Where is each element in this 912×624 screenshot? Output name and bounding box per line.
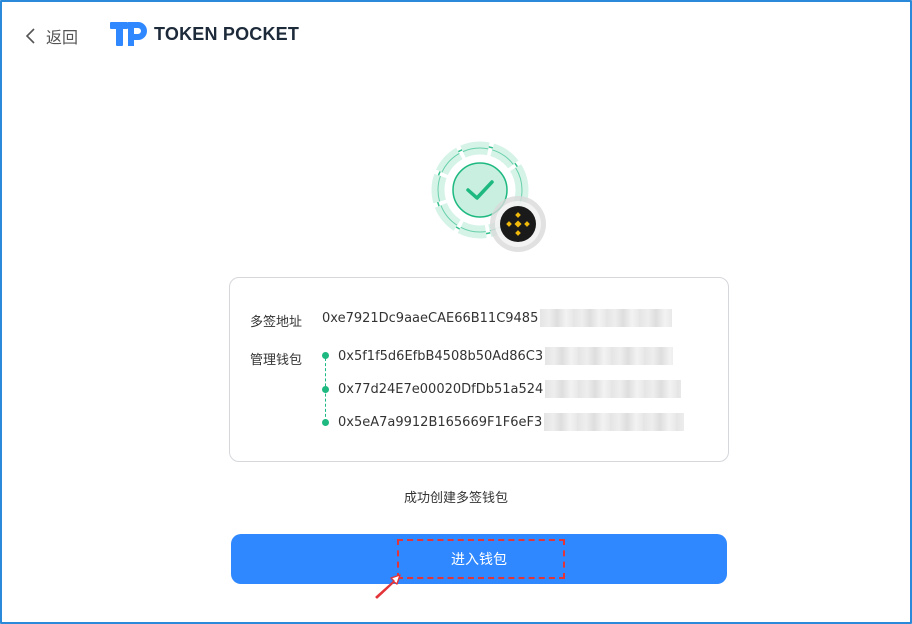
manager-address-text: 0x5eA7a9912B165669F1F6eF3 — [338, 414, 543, 430]
success-emblem — [431, 141, 546, 252]
back-button[interactable]: 返回 — [24, 24, 78, 48]
arrow-cursor-icon — [375, 574, 401, 599]
manager-address-text: 0x77d24E7e00020DfDb51a524 — [338, 381, 544, 397]
manager-bullet — [322, 386, 329, 393]
multisig-address-label: 多签地址 — [250, 315, 303, 330]
chevron-left-icon — [25, 28, 35, 44]
manager-wallets-label: 管理钱包 — [250, 353, 303, 368]
multisig-info-card: 多签地址 0xe7921Dc9aaeCAE66B11C9485 管理钱包 0x5… — [229, 277, 729, 462]
manager-address: 0x5eA7a9912B165669F1F6eF3 — [338, 413, 685, 431]
brand-logo: TOKEN POCKET — [110, 20, 299, 48]
redacted-blur — [544, 413, 685, 431]
multisig-address-text: 0xe7921Dc9aaeCAE66B11C9485 — [322, 310, 539, 326]
manager-address: 0x77d24E7e00020DfDb51a524 — [338, 380, 682, 398]
redacted-blur — [540, 309, 673, 327]
manager-bullet — [322, 352, 329, 359]
tp-logo-icon — [110, 22, 147, 46]
multisig-address: 0xe7921Dc9aaeCAE66B11C9485 — [322, 309, 673, 327]
manager-address-text: 0x5f1f5d6EfbB4508b50Ad86C3 — [338, 348, 544, 364]
logo-text: TOKEN POCKET — [154, 23, 300, 44]
manager-bullet — [322, 419, 329, 426]
redacted-blur — [545, 380, 682, 398]
success-message: 成功创建多签钱包 — [403, 491, 508, 506]
enter-wallet-label: 进入钱包 — [451, 552, 507, 568]
manager-address: 0x5f1f5d6EfbB4508b50Ad86C3 — [338, 347, 674, 365]
bnb-chain-icon — [490, 196, 546, 252]
enter-wallet-button[interactable]: 进入钱包 — [231, 534, 727, 584]
redacted-blur — [545, 347, 674, 365]
back-label: 返回 — [46, 28, 79, 47]
